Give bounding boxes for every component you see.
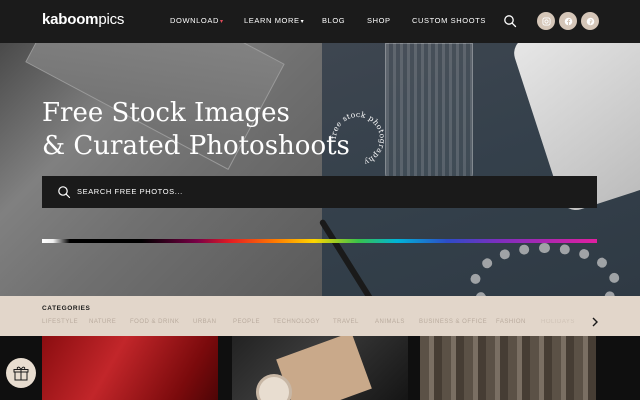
logo-bold-text: kaboom <box>42 11 99 28</box>
categories-bar: CATEGORIES LIFESTYLE NATURE FOOD & DRINK… <box>0 296 640 336</box>
svg-text:free stock photography: free stock photography <box>329 110 387 167</box>
rainbow-color-bar[interactable] <box>42 239 597 243</box>
hero-glass-shape <box>385 43 473 183</box>
gift-button[interactable] <box>6 358 36 388</box>
badge-text: free stock photography <box>329 110 387 167</box>
nav-custom-shoots[interactable]: CUSTOM SHOOTS <box>412 16 486 25</box>
search-placeholder: SEARCH FREE PHOTOS... <box>77 187 183 196</box>
category-item[interactable]: PEOPLE <box>233 319 260 325</box>
photo-grid <box>0 336 640 400</box>
pinterest-icon <box>586 17 594 25</box>
hero-title: Free Stock Images & Curated Photoshoots <box>42 97 350 163</box>
gift-icon <box>13 366 29 381</box>
category-item[interactable]: LIFESTYLE <box>42 319 78 325</box>
nav-learn-more[interactable]: LEARN MORE▾ <box>244 16 304 25</box>
category-item[interactable]: TRAVEL <box>333 319 359 325</box>
search-icon[interactable] <box>503 14 517 28</box>
category-item[interactable]: URBAN <box>193 319 217 325</box>
facebook-button[interactable] <box>559 12 577 30</box>
photo-thumbnail[interactable] <box>42 336 218 400</box>
category-item[interactable]: HOLIDAYS <box>541 319 575 325</box>
search-icon <box>58 186 71 199</box>
category-item[interactable]: FOOD & DRINK <box>130 319 179 325</box>
category-item[interactable]: NATURE <box>89 319 116 325</box>
logo-light-text: pics <box>98 11 125 28</box>
hero-section: Free Stock Images & Curated Photoshoots … <box>0 43 640 296</box>
hero-title-line2: & Curated Photoshoots <box>42 131 350 161</box>
pinterest-button[interactable] <box>581 12 599 30</box>
nav-learn-more-label: LEARN MORE <box>244 16 300 25</box>
nav-download[interactable]: DOWNLOAD▾ <box>170 16 224 25</box>
chevron-down-icon: ▾ <box>219 19 224 25</box>
hero-title-line1: Free Stock Images <box>42 98 290 128</box>
search-input[interactable]: SEARCH FREE PHOTOS... <box>42 176 597 208</box>
free-stock-badge: free stock photography <box>329 110 387 167</box>
chevron-right-icon[interactable] <box>591 317 599 327</box>
facebook-icon <box>564 17 572 25</box>
photo-thumbnail[interactable] <box>232 336 408 400</box>
instagram-icon <box>541 16 551 26</box>
instagram-button[interactable] <box>537 12 555 30</box>
hero-photo-left <box>0 43 322 296</box>
site-header: kaboompics DOWNLOAD▾ LEARN MORE▾ BLOG SH… <box>0 0 640 43</box>
photo-thumbnail[interactable] <box>420 336 596 400</box>
categories-title: CATEGORIES <box>42 305 91 312</box>
category-item[interactable]: FASHION <box>496 319 526 325</box>
nav-blog[interactable]: BLOG <box>322 16 345 25</box>
category-item[interactable]: TECHNOLOGY <box>273 319 320 325</box>
category-item[interactable]: BUSINESS & OFFICE <box>419 319 487 325</box>
site-logo[interactable]: kaboompics <box>42 11 124 28</box>
nav-shop[interactable]: SHOP <box>367 16 391 25</box>
category-item[interactable]: ANIMALS <box>375 319 405 325</box>
nav-download-label: DOWNLOAD <box>170 16 219 25</box>
chevron-down-icon: ▾ <box>300 19 305 25</box>
